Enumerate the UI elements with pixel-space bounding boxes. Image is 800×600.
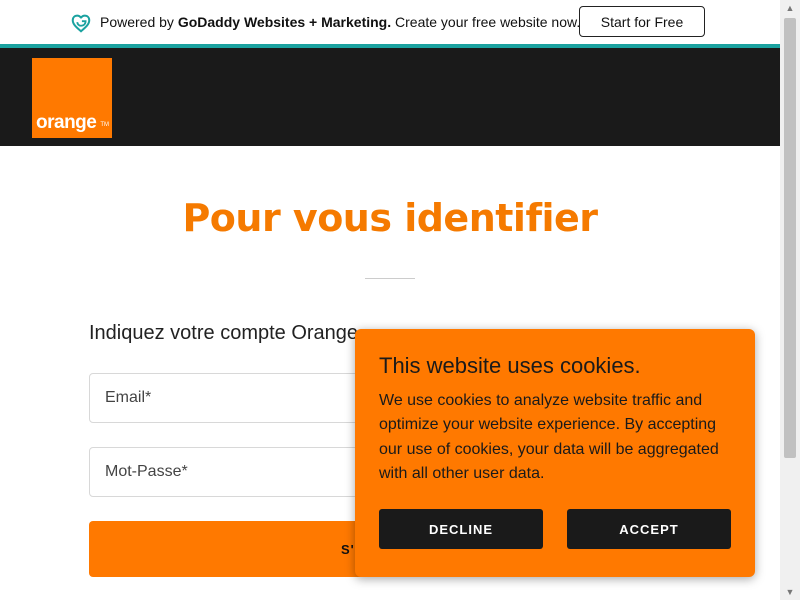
account-prompt: Indiquez votre compte Orange: [89, 322, 359, 344]
godaddy-banner: Powered by GoDaddy Websites + Marketing.…: [0, 0, 780, 44]
decline-button[interactable]: DECLINE: [379, 509, 543, 549]
chevron-down-icon[interactable]: ▼: [780, 584, 800, 600]
accept-button[interactable]: ACCEPT: [567, 509, 731, 549]
chevron-up-icon[interactable]: ▲: [780, 0, 800, 16]
banner-prefix: Powered by: [100, 14, 178, 30]
cookie-title: This website uses cookies.: [379, 353, 641, 378]
scrollbar-thumb[interactable]: [784, 18, 796, 458]
banner-brand[interactable]: GoDaddy Websites + Marketing.: [178, 14, 391, 30]
page-title: Pour vous identifier: [182, 196, 598, 240]
orange-logo[interactable]: orange TM: [32, 58, 112, 138]
godaddy-heart-icon: [71, 14, 91, 33]
start-for-free-button[interactable]: Start for Free: [579, 6, 705, 37]
banner-suffix: Create your free website now.: [391, 14, 581, 30]
banner-text: Powered by GoDaddy Websites + Marketing.…: [100, 14, 580, 30]
logo-text: orange: [36, 112, 97, 133]
logo-trademark: TM: [100, 122, 109, 128]
site-header: orange TM: [0, 48, 780, 146]
cookie-body: We use cookies to analyze website traffi…: [379, 392, 719, 482]
cookie-consent-popup: This website uses cookies. We use cookie…: [355, 329, 755, 577]
title-divider: [365, 278, 415, 279]
vertical-scrollbar[interactable]: ▲ ▼: [780, 0, 800, 600]
